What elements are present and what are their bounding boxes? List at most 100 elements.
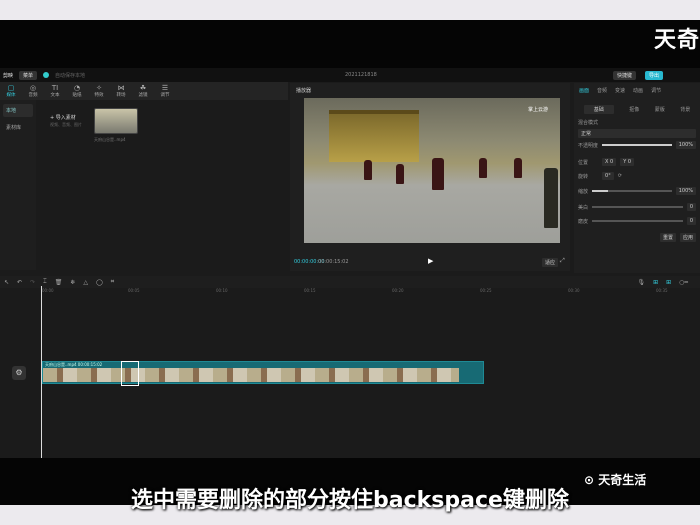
autosave-status: 自动保存本地 (55, 72, 86, 79)
tool-filter[interactable]: ☘ 滤镜 (132, 82, 154, 100)
tick-label: 00:25 (480, 288, 492, 293)
opacity-value[interactable]: 100% (675, 141, 696, 149)
tool-text[interactable]: TI 文本 (44, 82, 66, 100)
apply-button[interactable]: 应用 (679, 233, 696, 242)
track-settings-icon[interactable]: ⚙ (12, 366, 26, 380)
selected-segment[interactable] (121, 361, 139, 386)
playhead[interactable] (41, 286, 42, 458)
tool-audio[interactable]: ◎ 音频 (22, 82, 44, 100)
tick-label: 00:35 (656, 288, 668, 293)
tool-sticker[interactable]: ◔ 贴纸 (66, 82, 88, 100)
tool-label: 媒体 (6, 93, 16, 98)
sidebar-item-library[interactable]: 素材库 (3, 121, 33, 134)
clip-thumbnails (43, 368, 459, 382)
position-y[interactable]: 0 (628, 159, 631, 165)
media-icon: ▢ (7, 84, 15, 92)
tool-effects[interactable]: ✧ 特效 (88, 82, 110, 100)
sidebar-item-local[interactable]: 本地 (3, 104, 33, 117)
position-x[interactable]: 0 (610, 159, 613, 165)
autosave-icon (43, 72, 50, 78)
shortcut-button[interactable]: 快捷键 (613, 70, 637, 80)
smooth-value[interactable]: 0 (686, 217, 696, 225)
fullscreen-icon[interactable]: ⤢ (560, 257, 565, 265)
rotate-label: 旋转 (578, 173, 589, 180)
rotate-value[interactable]: 0° (602, 172, 614, 180)
split-icon[interactable]: ⌶ (43, 278, 47, 286)
select-tool-icon[interactable]: ↖ (4, 279, 9, 286)
smooth-label: 磨皮 (578, 218, 589, 225)
beauty-label: 美白 (578, 204, 589, 211)
link-icon[interactable]: ⊞ (653, 279, 658, 286)
import-button[interactable]: + 导入素材 (50, 114, 76, 121)
prop-tabs: 画面 音频 变速 动画 调节 (574, 83, 700, 94)
video-preview[interactable]: 掌上云游 (304, 98, 560, 243)
tick-label: 00:20 (392, 288, 404, 293)
scale-label: 缩放 (578, 188, 589, 195)
import-hint: 视频、音频、图片 (50, 122, 82, 127)
undo-icon[interactable]: ↶ (17, 279, 22, 286)
transition-icon: ⋈ (117, 84, 125, 92)
tool-transition[interactable]: ⋈ 转场 (110, 82, 132, 100)
tool-label: 调节 (160, 93, 170, 98)
rotate-icon[interactable]: ◯ (96, 279, 103, 286)
tab-picture[interactable]: 画面 (579, 87, 589, 94)
export-button[interactable]: 导出 (645, 70, 664, 80)
crop-icon[interactable]: ⌗ (111, 278, 114, 286)
tool-media[interactable]: ▢ 媒体 (0, 82, 22, 100)
filter-icon: ☘ (139, 84, 147, 92)
app-name: 剪映 (3, 72, 14, 79)
player-title: 播放器 (296, 88, 312, 94)
video-clip[interactable]: 天府山谷是..mp4 00:00:15:02 (42, 361, 484, 386)
delete-icon[interactable]: 🗑 (55, 279, 63, 286)
import-label: 导入素材 (55, 115, 76, 121)
tick-label: 00:10 (216, 288, 228, 293)
tool-label: 音频 (28, 93, 38, 98)
menu-button[interactable]: 菜单 (19, 70, 38, 80)
rotate-icon[interactable]: ⟳ (618, 173, 622, 179)
reset-button[interactable]: 重置 (659, 233, 676, 242)
scale-value[interactable]: 100% (675, 187, 696, 195)
play-button[interactable]: ▶ (428, 257, 433, 265)
mic-icon[interactable]: 🎙 (637, 279, 645, 286)
tool-label: 文本 (50, 93, 60, 98)
mirror-icon[interactable]: △ (83, 279, 88, 286)
subtab-basic[interactable]: 基础 (583, 105, 614, 114)
subtitle: 选中需要删除的部分按住backspace键删除 (131, 488, 569, 513)
effects-icon: ✧ (96, 84, 102, 92)
tab-animation[interactable]: 动画 (633, 87, 643, 94)
brand-logo: 天奇 (653, 28, 700, 53)
tab-speed[interactable]: 变速 (615, 87, 625, 94)
subtab-background[interactable]: 背景 (680, 106, 690, 113)
ratio-button[interactable]: 适应 (542, 258, 559, 267)
position-label: 位置 (578, 159, 589, 166)
properties-panel: 画面 音频 变速 动画 调节 基础 抠像 蒙版 背景 混合模式 正常 不透明度 100% 位置 X… (574, 83, 700, 273)
redo-icon[interactable]: ↷ (30, 279, 35, 286)
tab-adjust[interactable]: 调节 (651, 87, 661, 94)
beauty-value[interactable]: 0 (686, 203, 696, 211)
snap-icon[interactable]: ⊞ (666, 279, 671, 286)
media-thumbnail[interactable] (94, 108, 138, 134)
timeline-toolbar: ↖ ↶ ↷ ⌶ 🗑 ❄ △ ◯ ⌗ 🎙 ⊞ ⊞ ○━ (0, 276, 700, 288)
sticker-icon: ◔ (73, 84, 81, 92)
tab-audio[interactable]: 音频 (597, 87, 607, 94)
blend-label: 混合模式 (578, 120, 599, 126)
tool-adjust[interactable]: ☰ 调节 (154, 82, 176, 100)
project-title: 2021121818 (345, 72, 377, 78)
blend-select[interactable]: 正常 (578, 129, 696, 138)
zoom-slider[interactable]: ○━ (679, 279, 688, 286)
scale-slider[interactable] (592, 190, 672, 192)
subtab-mask[interactable]: 蒙版 (655, 106, 665, 113)
total-time: 00:00:15:02 (318, 259, 349, 265)
title-bar: 剪映 菜单 自动保存本地 2021121818 快捷键 导出 (0, 68, 700, 82)
freeze-icon[interactable]: ❄ (70, 279, 75, 286)
player-panel: 播放器 掌上云游 00:00:00:00 00:00:15:02 ▶ 适应 ⤢ (290, 83, 570, 271)
tick-label: 00:15 (304, 288, 316, 293)
tick-label: 00:00 (42, 288, 54, 293)
media-panel: + 导入素材 视频、音频、图片 天府山谷是..mp4 (36, 100, 288, 270)
subtab-cutout[interactable]: 抠像 (629, 106, 639, 113)
temple-image (329, 110, 419, 162)
opacity-slider[interactable] (602, 144, 672, 146)
beauty-slider[interactable] (592, 206, 683, 208)
media-sidebar: 本地 素材库 (0, 100, 36, 270)
smooth-slider[interactable] (592, 220, 683, 222)
